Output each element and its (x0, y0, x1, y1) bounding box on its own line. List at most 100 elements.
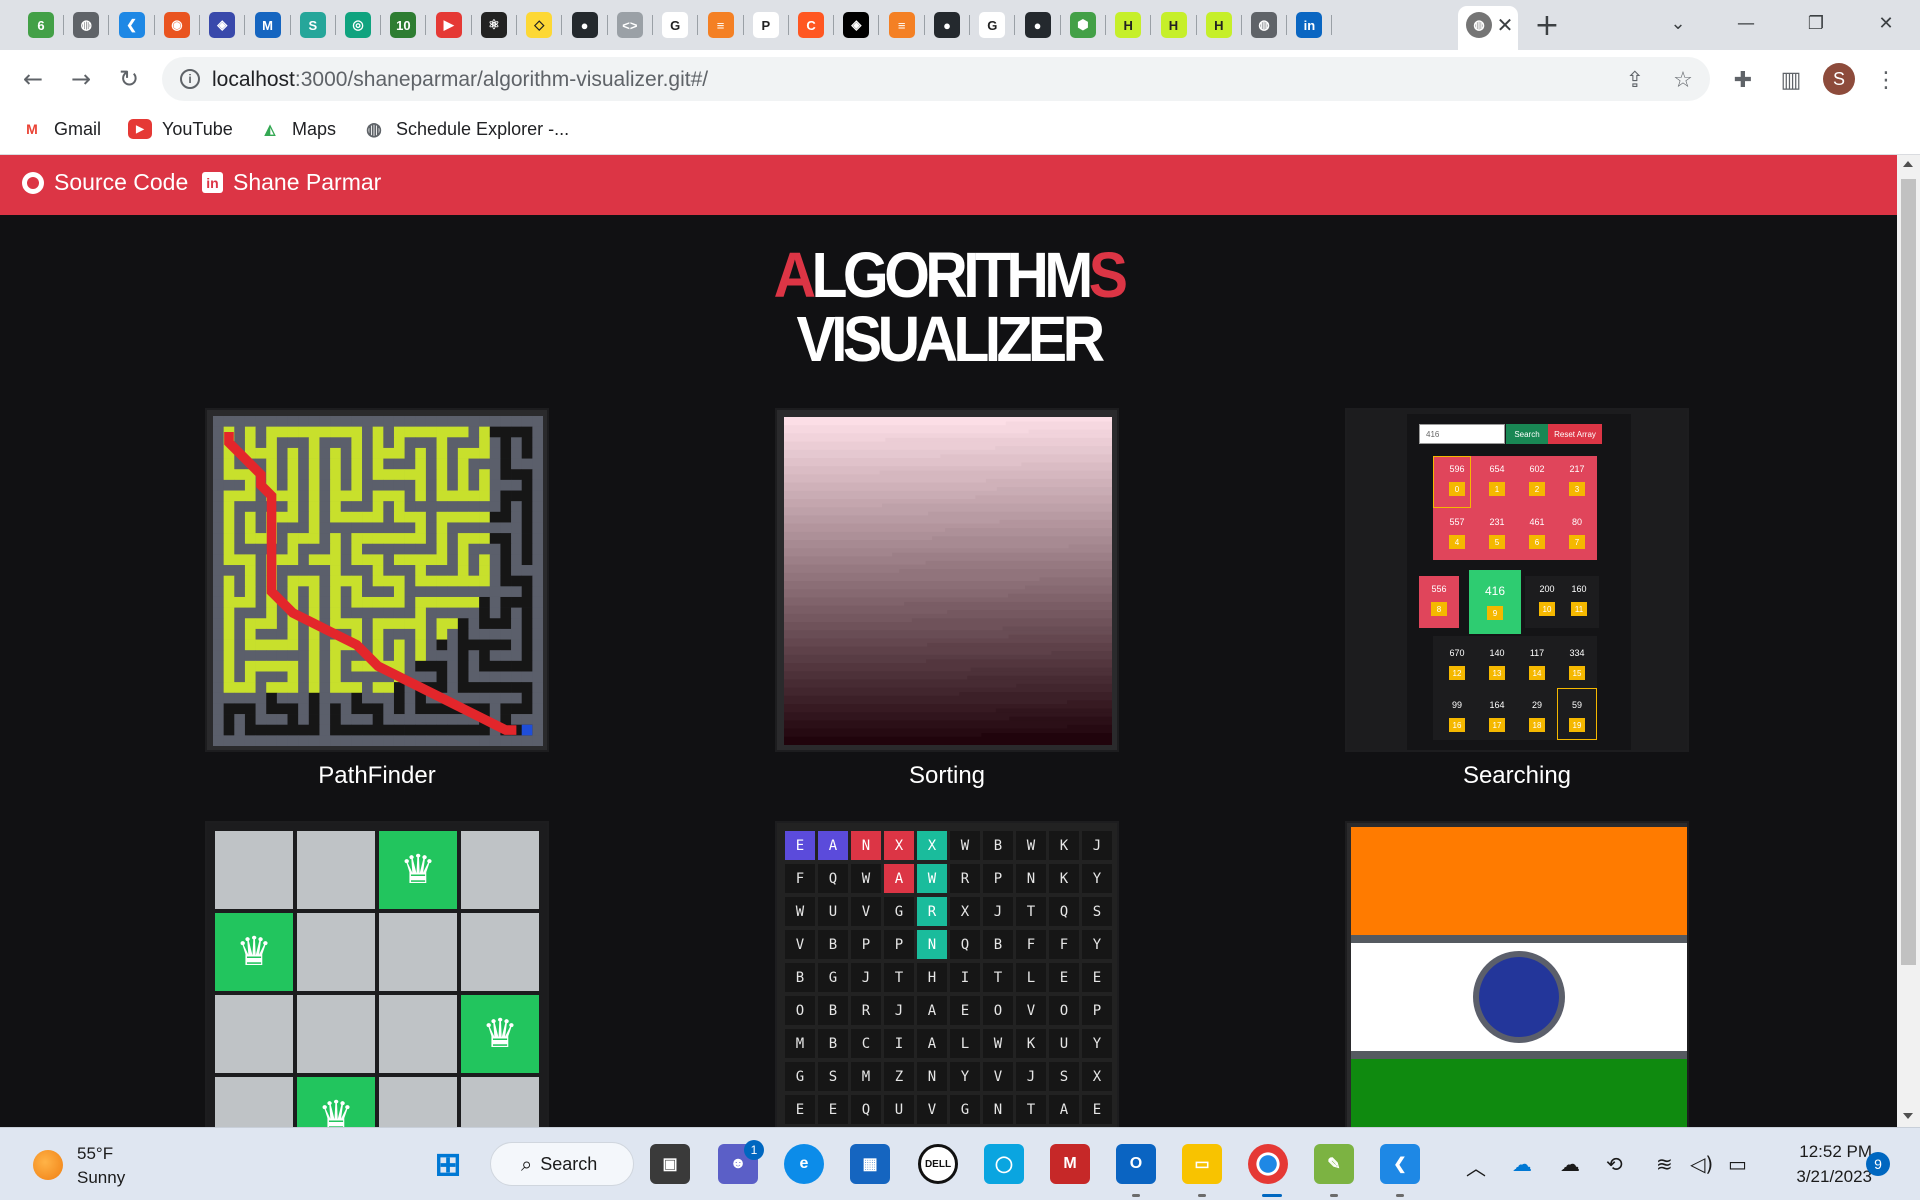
h-icon[interactable]: H (1160, 12, 1187, 38)
scroll-up-icon[interactable] (1903, 161, 1913, 167)
windows-start-icon[interactable]: ⊞ (428, 1144, 468, 1184)
reload-icon[interactable]: ↻ (112, 62, 146, 96)
scroll-thumb[interactable] (1901, 179, 1916, 965)
menu-icon[interactable]: ⋮ (1873, 67, 1899, 93)
weather-temperature[interactable]: 55°F (77, 1144, 113, 1164)
c-icon[interactable]: C (798, 12, 825, 38)
mcafee-icon[interactable]: M (1050, 1144, 1090, 1184)
paint-icon[interactable]: ✎ (1314, 1144, 1354, 1184)
chatgpt-icon[interactable]: ◎ (345, 12, 372, 38)
flag-preview[interactable] (1345, 821, 1689, 1127)
notification-badge[interactable]: 9 (1866, 1152, 1890, 1176)
outlook-icon[interactable]: O (1116, 1144, 1156, 1184)
file-explorer-icon[interactable]: ▭ (1182, 1144, 1222, 1184)
chevron-up-icon[interactable]: ︿ (1466, 1152, 1486, 1181)
url-text[interactable]: localhost:3000/shaneparmar/algorithm-vis… (212, 68, 708, 92)
linkedin-icon[interactable]: in (1296, 12, 1323, 38)
wordsearch-preview[interactable]: EANXXWBWKJFQWAWRPNKYWUVGRXJTQSVBPPNQBFFY… (775, 821, 1119, 1127)
nqueens-preview[interactable]: ♛ ♛ ♛ ♛ (205, 821, 549, 1127)
leaf-icon[interactable]: 6 (28, 12, 54, 38)
maze-cell (489, 618, 501, 630)
side-panel-icon[interactable]: ▥ (1778, 67, 1804, 93)
bookmark-maps[interactable]: ◭ Maps (258, 116, 336, 142)
github-icon[interactable]: ● (1024, 12, 1051, 38)
new-tab-button[interactable]: + (1532, 8, 1562, 43)
edge-icon[interactable]: e (784, 1144, 824, 1184)
bookmark-schedule-explorer[interactable]: ◍ Schedule Explorer -... (362, 116, 569, 142)
sort-bar (784, 540, 1112, 549)
pathfinder-preview[interactable] (205, 408, 549, 752)
minimize-button[interactable]: — (1726, 8, 1766, 38)
restore-button[interactable]: ❐ (1796, 8, 1836, 38)
vscode-icon[interactable]: ❮ (1380, 1144, 1420, 1184)
letter-cell: G (884, 897, 914, 926)
share-icon[interactable]: ⇪ (1622, 67, 1648, 93)
snapchat-icon[interactable]: ◇ (526, 12, 553, 38)
taskbar-search[interactable]: ⌕ Search (490, 1142, 634, 1186)
sorting-preview[interactable] (775, 408, 1119, 752)
sync-icon[interactable]: ⟲ (1606, 1152, 1623, 1176)
upgrad-icon[interactable]: ◈ (209, 12, 236, 38)
close-icon[interactable]: ✕ (1494, 12, 1516, 38)
dell-icon[interactable]: DELL (918, 1144, 958, 1184)
author-link[interactable]: in Shane Parmar (202, 169, 381, 196)
store-icon[interactable]: ▦ (850, 1144, 890, 1184)
avatar[interactable]: S (1823, 63, 1855, 95)
codepen-icon[interactable]: ◈ (843, 12, 870, 38)
stackoverflow-icon[interactable]: ≡ (707, 12, 734, 38)
task-view-icon[interactable]: ▣ (650, 1144, 690, 1184)
scroll-down-icon[interactable] (1903, 1113, 1913, 1119)
youtube-icon[interactable]: ▶ (435, 12, 462, 38)
mq-icon[interactable]: M (254, 12, 281, 38)
forward-icon[interactable]: → (64, 62, 98, 96)
cortana-icon[interactable]: ◯ (984, 1144, 1024, 1184)
battery-icon[interactable]: ▭ (1728, 1152, 1747, 1176)
stackoverflow-icon[interactable]: ≡ (888, 12, 915, 38)
sorting-label[interactable]: Sorting (775, 762, 1119, 790)
clock-date[interactable]: 3/21/2023 (1782, 1167, 1872, 1187)
searching-preview[interactable]: 416 Search Reset Array 596 0 654 1 602 2 217 3 5… (1345, 408, 1689, 752)
bookmark-youtube[interactable]: ▶ YouTube (128, 116, 233, 142)
ubuntu-icon[interactable]: ◉ (163, 12, 190, 38)
clock-time[interactable]: 12:52 PM (1782, 1142, 1872, 1162)
tab-search-icon[interactable]: ⌄ (1658, 8, 1698, 38)
github-icon[interactable]: ● (934, 12, 960, 38)
react-icon[interactable]: ⚛ (481, 12, 507, 38)
page-scrollbar[interactable] (1897, 155, 1920, 1127)
google-icon[interactable]: G (662, 12, 689, 38)
globe-icon[interactable]: ◍ (73, 12, 100, 38)
active-tab[interactable]: ◍ ✕ (1458, 6, 1518, 50)
globe-icon[interactable]: ◍ (1251, 12, 1278, 38)
node-icon[interactable]: ⬢ (1069, 12, 1096, 38)
cloud-icon[interactable]: ☁ (1560, 1152, 1580, 1176)
bookmark-gmail[interactable]: M Gmail (20, 116, 101, 142)
source-code-link[interactable]: Source Code (22, 169, 188, 196)
extensions-icon[interactable]: ✚ (1730, 67, 1756, 93)
wifi-icon[interactable]: ≋ (1656, 1152, 1673, 1176)
vscode-icon[interactable]: ❮ (118, 12, 145, 38)
maze-cell (372, 511, 384, 523)
close-window-button[interactable]: ✕ (1866, 8, 1906, 38)
maze-cell (457, 575, 469, 587)
weather-description[interactable]: Sunny (77, 1168, 125, 1188)
volume-icon[interactable]: ◁) (1690, 1152, 1713, 1176)
searching-label[interactable]: Searching (1345, 762, 1689, 790)
onedrive-icon[interactable]: ☁ (1512, 1152, 1532, 1176)
chrome-icon[interactable] (1248, 1144, 1288, 1184)
back-icon[interactable]: ← (16, 62, 50, 96)
h-icon[interactable]: H (1115, 12, 1142, 38)
maze-cell (425, 650, 437, 662)
info-icon[interactable]: i (180, 69, 200, 89)
ten-icon[interactable]: 10 (390, 12, 417, 38)
star-icon[interactable]: ☆ (1670, 67, 1696, 93)
github-icon[interactable]: ● (571, 12, 598, 38)
address-bar[interactable]: i localhost:3000/shaneparmar/algorithm-v… (162, 57, 1710, 101)
p-icon[interactable]: P (752, 12, 779, 38)
maze-cell (500, 692, 512, 704)
google-icon[interactable]: G (979, 12, 1006, 38)
code-icon[interactable]: <> (616, 12, 643, 38)
s-icon[interactable]: S (299, 12, 326, 38)
pathfinder-label[interactable]: PathFinder (205, 762, 549, 790)
h-icon[interactable]: H (1205, 12, 1232, 38)
sun-icon[interactable] (33, 1150, 63, 1180)
